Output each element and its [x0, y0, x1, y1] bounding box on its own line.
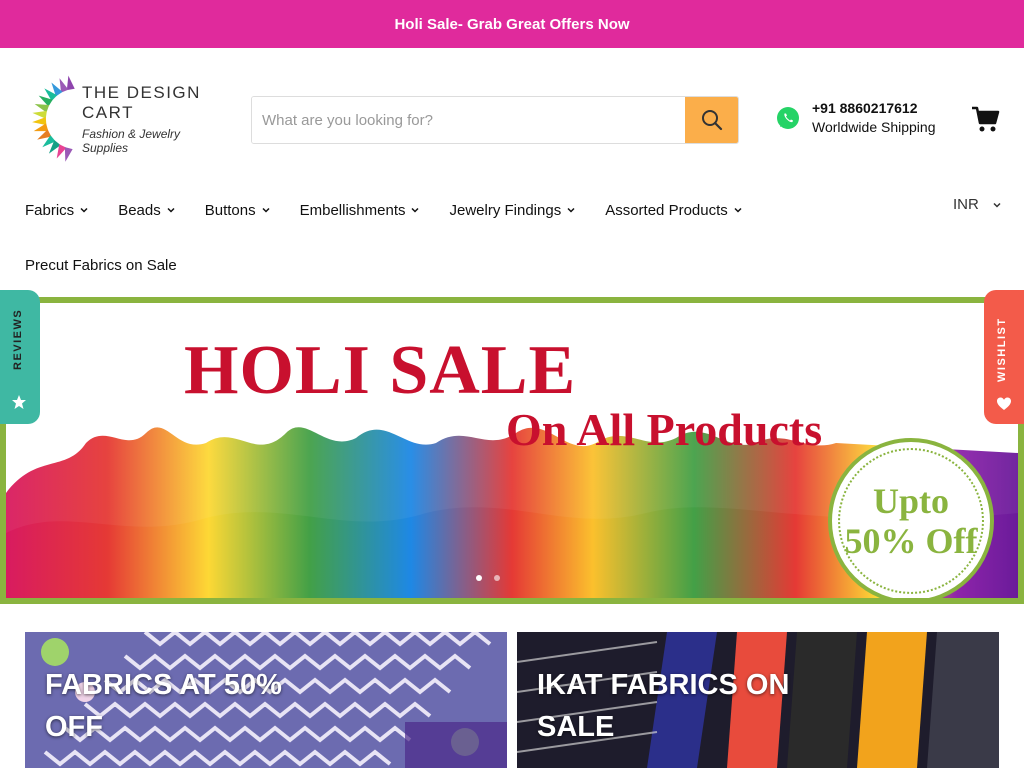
star-icon: [12, 395, 26, 409]
chevron-down-icon: [411, 207, 420, 213]
nav-item-beads[interactable]: Beads: [118, 202, 175, 219]
nav-item-precut-fabrics[interactable]: Precut Fabrics on Sale: [25, 257, 177, 274]
chevron-down-icon: [80, 207, 88, 213]
promo-tile-title: FABRICS AT 50% OFF: [45, 669, 282, 743]
nav-item-fabrics[interactable]: Fabrics: [25, 202, 88, 219]
heart-icon: [997, 397, 1011, 410]
cart-icon: [972, 106, 1000, 132]
search-button[interactable]: [685, 97, 738, 143]
announcement-text[interactable]: Holi Sale- Grab Great Offers Now: [394, 16, 629, 33]
whatsapp-icon: [777, 106, 799, 129]
contact-info[interactable]: +91 8860217612 Worldwide Shipping: [776, 100, 935, 135]
currency-value: INR: [953, 196, 979, 213]
hero-banner[interactable]: HOLI SALE On All Products Upto 50% Off: [0, 297, 1024, 604]
slider-dot-1[interactable]: [476, 575, 482, 581]
currency-selector[interactable]: INR: [953, 196, 1001, 213]
nav-item-jewelry-findings[interactable]: Jewelry Findings: [449, 202, 575, 219]
slider-dot-2[interactable]: [494, 575, 500, 581]
nav-item-embellishments[interactable]: Embellishments: [300, 202, 420, 219]
promo-tile-title: IKAT FABRICS ON SALE: [537, 669, 790, 743]
site-logo[interactable]: THE DESIGN CART Fashion & Jewelry Suppli…: [26, 70, 226, 168]
promo-tile-ikat-sale[interactable]: IKAT FABRICS ON SALE: [517, 632, 999, 768]
promo-tile-fabrics-sale[interactable]: FABRICS AT 50% OFF: [25, 632, 507, 768]
chevron-down-icon: [567, 207, 575, 213]
logo-name: THE DESIGN CART: [82, 83, 201, 122]
chevron-down-icon: [993, 202, 1001, 208]
wishlist-tab-label: WISHLIST: [996, 317, 1008, 382]
hero-title: HOLI SALE: [184, 332, 577, 409]
chevron-down-icon: [167, 207, 175, 213]
chevron-down-icon: [262, 207, 270, 213]
badge-line1: Upto: [872, 481, 949, 521]
nav-item-buttons[interactable]: Buttons: [205, 202, 270, 219]
wishlist-tab[interactable]: WISHLIST: [984, 290, 1024, 424]
logo-tagline: Fashion & Jewelry Supplies: [82, 127, 181, 155]
chevron-down-icon: [734, 207, 742, 213]
reviews-tab[interactable]: REVIEWS: [0, 290, 40, 424]
badge-line2: 50% Off: [844, 521, 978, 561]
search-bar: [251, 96, 739, 144]
phone-number[interactable]: +91 8860217612: [812, 100, 935, 116]
nav-item-assorted-products[interactable]: Assorted Products: [605, 202, 742, 219]
announcement-bar[interactable]: Holi Sale- Grab Great Offers Now: [0, 0, 1024, 48]
hero-subtitle: On All Products: [506, 404, 823, 455]
slider-dots: [476, 575, 500, 581]
search-input[interactable]: [252, 97, 685, 143]
shipping-info: Worldwide Shipping: [812, 119, 936, 135]
discount-badge: Upto 50% Off: [828, 438, 994, 598]
reviews-tab-label: REVIEWS: [12, 308, 24, 370]
main-nav: Fabrics Beads Buttons Embellishments Jew…: [25, 198, 925, 222]
search-icon: [701, 110, 722, 131]
cart-button[interactable]: [970, 104, 1000, 134]
logo-mark-icon: [32, 75, 75, 162]
